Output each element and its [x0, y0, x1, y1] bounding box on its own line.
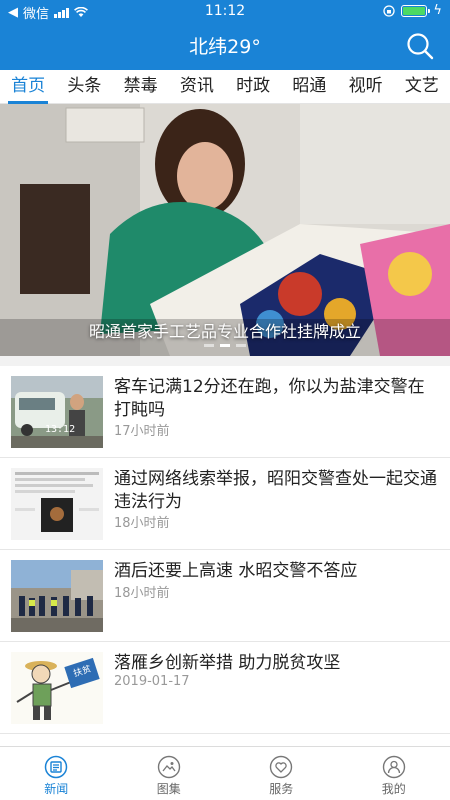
news-thumbnail: [11, 468, 103, 540]
news-thumbnail: 扶贫: [11, 652, 103, 724]
gallery-icon: [157, 755, 180, 779]
app-header: 北纬29°: [0, 22, 450, 70]
tab-politics[interactable]: 时政: [225, 70, 281, 103]
tab-video[interactable]: 视听: [338, 70, 394, 103]
tab-home[interactable]: 首页: [0, 70, 56, 104]
charging-icon: ϟ: [433, 3, 442, 18]
news-item[interactable]: 酒后还要上高速 水昭交警不答应 18小时前: [0, 550, 450, 642]
news-list: 13:12 客车记满12分还在跑，你以为盐津交警在打盹吗 17小时前 通过网络线…: [0, 366, 450, 734]
tab-culture[interactable]: 文艺: [394, 70, 450, 103]
news-time: 18小时前: [114, 516, 170, 531]
nav-service-label: 服务: [269, 782, 294, 796]
news-thumbnail: 13:12: [11, 376, 103, 448]
news-thumbnail: [11, 560, 103, 632]
news-icon: [45, 755, 68, 779]
news-title: 客车记满12分还在跑，你以为盐津交警在打盹吗: [114, 377, 425, 420]
nav-profile[interactable]: 我的: [338, 747, 450, 800]
channel-tabs: 首页 头条 禁毒 资讯 时政 昭通 视听 文艺: [0, 70, 450, 104]
section-divider: [0, 356, 450, 366]
tab-news[interactable]: 资讯: [169, 70, 225, 103]
thumbnail-timestamp: 13:12: [45, 424, 76, 435]
nav-gallery-label: 图集: [156, 782, 181, 796]
tab-zhaotong[interactable]: 昭通: [281, 70, 337, 103]
news-title: 落雁乡创新举措 助力脱贫攻坚: [114, 653, 341, 673]
news-time: 18小时前: [114, 586, 170, 601]
carousel-dot-active: [220, 344, 230, 347]
tab-headlines[interactable]: 头条: [56, 70, 112, 103]
banner-carousel[interactable]: 昭通首家手工艺品专业合作社挂牌成立: [0, 104, 450, 356]
nav-news-label: 新闻: [44, 782, 69, 796]
nav-service[interactable]: 服务: [225, 747, 338, 800]
user-icon: [382, 755, 405, 779]
heart-service-icon: [270, 755, 293, 779]
app-title: 北纬29°: [189, 36, 261, 58]
news-title: 通过网络线索举报，昭阳交警查处一起交通违法行为: [114, 469, 437, 512]
carousel-dot: [204, 344, 214, 347]
news-item[interactable]: 扶贫 落雁乡创新举措 助力脱贫攻坚 2019-01-17: [0, 642, 450, 734]
nav-profile-label: 我的: [381, 782, 406, 796]
carousel-dot: [236, 344, 246, 347]
status-right: ϟ: [383, 3, 442, 18]
rotation-lock-icon: [383, 4, 396, 17]
tab-anti-drug[interactable]: 禁毒: [113, 70, 169, 103]
bottom-nav: 新闻 图集 服务 我的: [0, 746, 450, 800]
news-time: 17小时前: [114, 424, 170, 439]
banner-caption: 昭通首家手工艺品专业合作社挂牌成立: [88, 322, 361, 341]
nav-news[interactable]: 新闻: [0, 747, 113, 800]
carousel-indicator: [0, 344, 450, 347]
search-icon[interactable]: [406, 32, 434, 60]
news-item[interactable]: 通过网络线索举报，昭阳交警查处一起交通违法行为 18小时前: [0, 458, 450, 550]
battery-icon: [401, 4, 431, 17]
news-item[interactable]: 13:12 客车记满12分还在跑，你以为盐津交警在打盹吗 17小时前: [0, 366, 450, 458]
status-bar: ◀ 微信 11:12 ϟ: [0, 0, 450, 22]
nav-gallery[interactable]: 图集: [113, 747, 226, 800]
news-time: 2019-01-17: [114, 674, 190, 689]
news-title: 酒后还要上高速 水昭交警不答应: [114, 561, 358, 581]
